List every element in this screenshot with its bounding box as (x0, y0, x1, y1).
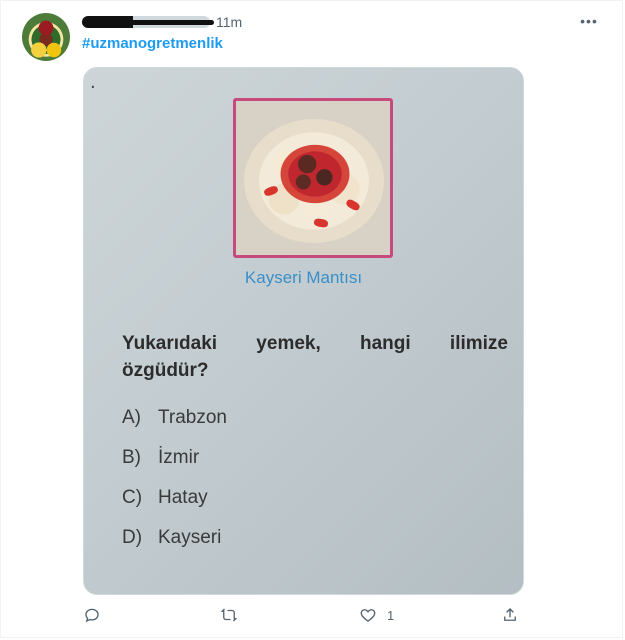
share-icon (504, 608, 516, 621)
avatar-flowers-image (28, 41, 64, 59)
tweet-actions: 1 (83, 601, 523, 629)
question-line-2: özgüdür? (122, 360, 209, 381)
like-icon (360, 609, 376, 622)
retweet-icon (220, 608, 238, 622)
option-b: B) İzmir (122, 438, 227, 478)
option-letter: C) (122, 487, 143, 508)
answer-options: A) Trabzon B) İzmir C) Hatay D) Kayseri (122, 398, 227, 558)
share-button[interactable] (501, 601, 529, 629)
retweet-button[interactable] (220, 601, 248, 629)
photo-caption: Kayseri Mantısı (244, 268, 363, 287)
option-text: Trabzon (158, 407, 227, 428)
reply-button[interactable] (83, 601, 111, 629)
option-text: Hatay (158, 487, 208, 508)
option-letter: B) (122, 447, 141, 468)
question-text: Yukarıdaki yemek, hangi ilimize özgüdür? (122, 330, 508, 384)
like-count: 1 (387, 607, 395, 623)
option-a: A) Trabzon (122, 398, 227, 438)
option-letter: A) (122, 407, 141, 428)
manti-photo (233, 98, 393, 258)
option-text: İzmir (158, 447, 200, 468)
option-letter: D) (122, 527, 143, 548)
tweet-card[interactable]: 11m ••• #uzmanogretmenlik . Kayseri Mant… (0, 0, 623, 638)
more-options-icon[interactable]: ••• (577, 13, 601, 29)
tomato-sauce (276, 141, 354, 207)
avatar[interactable] (22, 13, 70, 61)
redacted-username[interactable] (82, 16, 214, 28)
option-c: C) Hatay (122, 478, 227, 518)
tweet-header: 11m (82, 12, 242, 32)
question-line-1: Yukarıdaki yemek, hangi ilimize (122, 333, 508, 354)
reply-icon (85, 608, 99, 623)
like-button[interactable]: 1 (359, 601, 394, 629)
option-d: D) Kayseri (122, 518, 227, 558)
page-corner-mark: . (90, 72, 96, 93)
avatar-flower-image (34, 17, 58, 39)
option-text: Kayseri (158, 527, 222, 548)
hashtag-link[interactable]: #uzmanogretmenlik (82, 35, 223, 52)
tweet-photo[interactable]: . Kayseri Mantısı Yukarıdaki yemek, hang… (83, 67, 524, 595)
tweet-timestamp[interactable]: 11m (216, 14, 242, 30)
